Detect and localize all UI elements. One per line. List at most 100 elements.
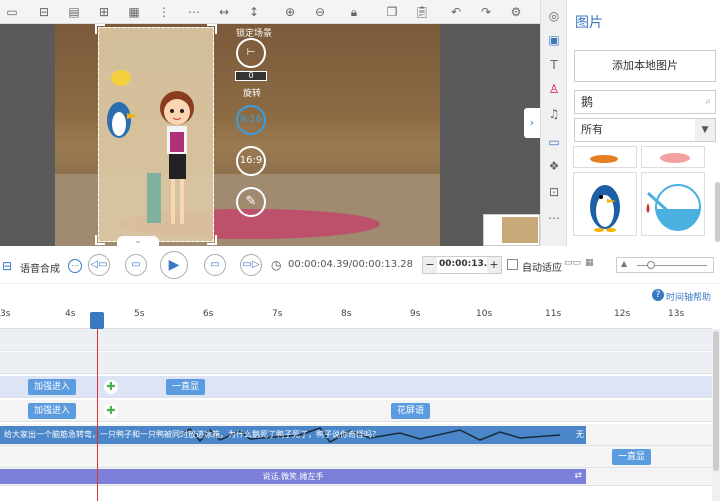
zoom-out-icon[interactable]: ⊖ [312,4,328,20]
prev-scene-icon[interactable]: ◁▭ [88,254,110,276]
character-icon[interactable]: ♙ [546,81,562,97]
enter-effect-chip[interactable]: 加强进入 [28,403,77,419]
tick-label: 9s [410,309,421,319]
top-toolbar: ▭ ⊟ ▤ ⊞ ▦ ⋮ ⋯ ↔ ↕ ⊕ ⊖ 🔒︎ ❐ 📋︎ ↶ ↷ ⚙ [0,0,540,24]
category-select[interactable]: 所有 ▼ [574,118,716,142]
same-height-icon[interactable]: ↕ [246,4,262,20]
swap-icon[interactable]: ⇄ [574,469,582,484]
playhead-handle[interactable] [90,312,104,329]
zoom-dropdown-icon[interactable]: ▲ [621,259,627,268]
timeline-track[interactable]: 加强进入 ✚ 花屏语 [0,400,712,422]
paste-icon[interactable]: 📋︎ [414,4,430,20]
zoom-slider[interactable]: ▲ [616,257,714,273]
audio-end-label: 无 [576,430,584,439]
screen-effect-chip[interactable]: 花屏语 [391,403,431,419]
timeline-help-link[interactable]: 时间轴帮助 [666,290,711,303]
shape-icon[interactable]: ◎ [546,8,562,24]
tick-label: 10s [476,309,493,319]
tts-icon[interactable]: ⊟ [2,259,12,273]
ratio-16-9-button[interactable]: 16:9 [236,146,266,176]
align-center-icon[interactable]: ⊟ [36,4,52,20]
zoom-slider-handle[interactable] [647,261,655,269]
tts-label[interactable]: 语音合成 [20,260,60,275]
portrait-crop-frame[interactable] [95,24,217,245]
collapse-chevron-icon[interactable]: ⌄ [117,236,159,246]
copy-icon[interactable]: ❐ [384,4,400,20]
align-bottom-icon[interactable]: ▦ [126,4,142,20]
settings-icon[interactable]: ⚙ [508,4,524,20]
next-frame-icon[interactable]: ▭ [204,254,226,276]
timeline-scrollbar[interactable] [712,329,720,501]
right-tool-strip: ◎ ▣ T ♙ ♫ ▭ ❖ ⊡ ⋯ [540,0,566,246]
lock-icon[interactable]: 🔒︎ [346,4,362,20]
help-icon[interactable]: ? [652,289,664,301]
stay-effect-chip[interactable]: 一直显 [166,379,206,395]
increase-icon[interactable]: + [487,257,501,273]
layout-icon[interactable]: ▭▭ [564,258,581,268]
more-icon[interactable]: ⋯ [546,210,562,226]
tick-label: 12s [614,309,631,319]
search-icon[interactable]: ⌕ [705,91,711,113]
panel-collapse-icon[interactable]: › [524,108,540,138]
lock-scene-knob[interactable]: ⊢ [236,38,266,68]
special-effect-icon[interactable]: ❖ [546,158,562,174]
penguin-image [590,185,620,232]
music-icon[interactable]: ♫ [546,106,562,122]
chevron-down-icon[interactable]: ▼ [695,119,715,141]
duration-stepper[interactable]: − 00:00:13.2 + [422,256,502,274]
action-track[interactable]: 说话.微笑.摊左手 ⇄ [0,468,712,486]
image-result-2[interactable] [641,146,705,168]
duration-value[interactable]: 00:00:13.2 [439,259,493,269]
auto-fit-checkbox[interactable] [507,259,518,270]
image-result-1[interactable] [573,146,637,168]
timeline-track[interactable]: 一直显 [0,446,712,468]
ratio-9-16-button[interactable]: 9:16 [236,105,266,135]
prev-frame-icon[interactable]: ▭ [125,254,147,276]
image-result-water[interactable] [641,172,705,236]
tick-label: 7s [272,309,283,319]
next-scene-icon[interactable]: ▭▷ [240,254,262,276]
panel-scrollbar[interactable] [715,182,720,242]
enter-effect-chip[interactable]: 加强进入 [28,379,77,395]
time-ruler[interactable]: 3s 4s 5s 6s 7s 8s 9s 10s 11s 12s 13s [0,307,712,329]
text-icon[interactable]: T [546,57,562,73]
timeline-track[interactable]: 加强进入 ✚ 一直显 [0,376,712,398]
auto-fit-label[interactable]: 自动适应 [522,259,562,274]
grid-icon[interactable]: ▦ [585,258,594,268]
add-effect-icon[interactable]: ✚ [104,404,118,418]
image-result-penguin[interactable] [573,172,637,236]
image-panel: 图片 添加本地图片 鹅 ⌕ 所有 ▼ [566,0,720,246]
timeline-track[interactable] [0,352,712,374]
audio-clip[interactable]: 给大家出一个脑筋急转弯，一只鸭子和一只鸭被同时放进冰箱，为什么鹅死了鸭子死了，鸭… [0,426,586,444]
redo-icon[interactable]: ↷ [478,4,494,20]
bubble-icon[interactable]: ▭ [546,134,562,150]
align-top-icon[interactable]: ▤ [66,4,82,20]
undo-icon[interactable]: ↶ [448,4,464,20]
align-left-icon[interactable]: ▭ [4,4,20,20]
playback-bar: ⊟ 语音合成 ⋯ ◁▭ ▭ ▶ ▭ ▭▷ ◷ 00:00:04.39/00:00… [0,246,720,284]
scrollbar-thumb[interactable] [713,331,719,471]
align-middle-icon[interactable]: ⊞ [96,4,112,20]
same-width-icon[interactable]: ↔ [216,4,232,20]
stay-effect-chip[interactable]: 一直显 [612,449,652,465]
timeline-track[interactable] [0,329,712,351]
panel-title: 图片 [575,15,603,31]
distribute-v-icon[interactable]: ⋯ [186,4,202,20]
image-icon[interactable]: ▣ [546,32,562,48]
decrease-icon[interactable]: − [423,257,437,273]
tick-label: 3s [0,309,11,319]
action-clip[interactable]: 说话.微笑.摊左手 ⇄ [0,469,586,484]
more-options-icon[interactable]: ⋯ [68,259,82,273]
audio-track[interactable]: 给大家出一个脑筋急转弯，一只鸭子和一只鸭被同时放进冰箱，为什么鹅死了鸭子死了，鸭… [0,424,712,446]
image-search-input[interactable]: 鹅 ⌕ [574,90,716,114]
play-icon[interactable]: ▶ [160,251,188,279]
stage-canvas[interactable]: 锁定场景 ⊢ 0 旋转 9:16 16:9 ✎ ⌄ [0,24,540,246]
add-effect-icon[interactable]: ✚ [104,380,118,394]
lock-scene-value[interactable]: 0 [235,71,267,81]
distribute-h-icon[interactable]: ⋮ [156,4,172,20]
picture-frame-icon[interactable]: ⊡ [546,184,562,200]
scene-thumbnail[interactable] [483,214,540,246]
add-local-image-button[interactable]: 添加本地图片 [574,50,716,82]
zoom-in-icon[interactable]: ⊕ [282,4,298,20]
edit-pen-icon[interactable]: ✎ [236,187,266,217]
